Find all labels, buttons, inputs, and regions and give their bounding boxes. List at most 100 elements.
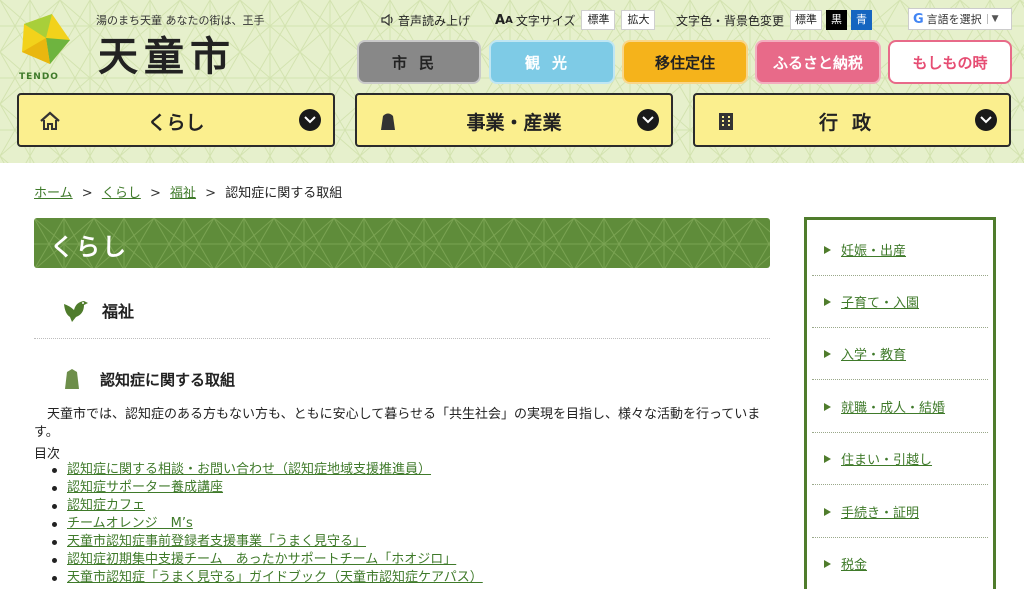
sidebar-item-procedures[interactable]: 手続き・証明 (812, 486, 988, 538)
page-title: 認知症に関する取組 (62, 366, 235, 392)
sidebar-item-employment[interactable]: 就職・成人・結婚 (812, 381, 988, 433)
font-size-standard-button[interactable]: 標準 (581, 10, 616, 30)
triangle-right-icon (824, 349, 831, 358)
triangle-right-icon (824, 559, 831, 568)
color-label: 文字色・背景色変更 (676, 13, 785, 28)
main-nav-administration[interactable]: 行政 (693, 93, 1011, 147)
toc-item: 認知症初期集中支援チーム あったかサポートチーム「ホオジロ」 (52, 551, 483, 569)
main-nav-label: くらし (147, 112, 205, 134)
page-title-text: 認知症に関する取組 (100, 370, 236, 389)
font-size-control: AA 文字サイズ 標準 拡大 (495, 10, 656, 30)
bell-icon (377, 111, 399, 131)
toc-link[interactable]: 認知症初期集中支援チーム あったかサポートチーム「ホオジロ」 (67, 551, 456, 569)
voice-reader-label: 音声読み上げ (398, 13, 471, 28)
toc-link[interactable]: チームオレンジ M’s (67, 515, 193, 533)
sidebar-item-label[interactable]: 手続き・証明 (841, 502, 919, 521)
triangle-right-icon (824, 245, 831, 254)
sidebar-item-housing[interactable]: 住まい・引越し (812, 433, 988, 485)
font-size-icon: AA (495, 12, 513, 28)
color-blue-button[interactable]: 青 (851, 10, 873, 30)
main-nav-living[interactable]: くらし (17, 93, 335, 147)
breadcrumb-separator: > (81, 186, 93, 201)
sidebar-item-label[interactable]: 入学・教育 (841, 344, 906, 363)
logo-city-name: 天童市 (98, 33, 236, 80)
chevron-down-icon (975, 109, 997, 131)
toc-item: 天童市認知症「うまく見守る」ガイドブック（天童市認知症ケアパス） (52, 569, 483, 587)
category-banner: くらし (34, 218, 770, 268)
triangle-right-icon (824, 454, 831, 463)
toc-title: 目次 (34, 447, 61, 462)
color-standard-button[interactable]: 標準 (790, 10, 823, 30)
font-size-large-button[interactable]: 拡大 (621, 10, 656, 30)
table-of-contents: 認知症に関する相談・お問い合わせ（認知症地域支援推進員） 認知症サポーター養成講… (52, 461, 483, 587)
site-header: TENDO 湯のまち天童 あなたの街は、王手 天童市 音声読み上げ AA 文字サ… (0, 0, 1024, 163)
bird-icon (64, 301, 88, 322)
toc-item: 認知症サポーター養成講座 (52, 479, 483, 497)
language-label: 言語を選択 (926, 13, 982, 26)
category-hometown-tax-button[interactable]: ふるさと納税 (755, 40, 881, 84)
shogi-piece-icon (65, 369, 79, 389)
sidebar-item-tax[interactable]: 税金 (812, 538, 988, 589)
chevron-down-icon (637, 109, 659, 131)
chevron-down-icon (299, 109, 321, 131)
section-divider (34, 338, 770, 339)
breadcrumb-separator: > (149, 186, 161, 201)
font-size-label: 文字サイズ (515, 13, 576, 28)
banner-title: くらし (50, 233, 128, 261)
building-icon (715, 111, 737, 131)
sidebar-item-pregnancy[interactable]: 妊娠・出産 (812, 224, 988, 276)
voice-reader-button[interactable]: 音声読み上げ (381, 10, 470, 30)
site-logo[interactable]: TENDO 湯のまち天童 あなたの街は、王手 天童市 (16, 10, 265, 82)
triangle-right-icon (824, 507, 831, 516)
house-icon (39, 111, 61, 131)
sidebar-item-label[interactable]: 就職・成人・結婚 (841, 397, 945, 416)
bullet-icon (52, 557, 57, 563)
breadcrumb: ホーム > くらし > 福祉 > 認知症に関する取組 (34, 182, 342, 201)
sidebar-item-label[interactable]: 妊娠・出産 (841, 240, 906, 259)
category-emergency-button[interactable]: もしもの時 (888, 40, 1012, 84)
bullet-icon (52, 575, 57, 581)
sidebar-item-label[interactable]: 税金 (841, 554, 867, 573)
triangle-right-icon (824, 297, 831, 306)
breadcrumb-current: 認知症に関する取組 (225, 186, 343, 201)
sidebar-menu: 妊娠・出産 子育て・入園 入学・教育 就職・成人・結婚 住まい・引越し 手続き・… (804, 217, 996, 589)
breadcrumb-separator: > (205, 186, 217, 201)
sidebar-item-education[interactable]: 入学・教育 (812, 328, 988, 380)
section-heading-text: 福祉 (102, 302, 135, 321)
dropdown-arrow-icon: ▼ (986, 14, 999, 24)
bullet-icon (52, 485, 57, 491)
intro-paragraph: 天童市では、認知症のある方もない方も、ともに安心して暮らせる「共生社会」の実現を… (34, 407, 761, 440)
toc-link[interactable]: 認知症サポーター養成講座 (67, 479, 223, 497)
color-black-button[interactable]: 黒 (826, 10, 848, 30)
toc-link[interactable]: 天童市認知症事前登録者支援事業「うまく見守る」 (67, 533, 366, 551)
toc-link[interactable]: 認知症に関する相談・お問い合わせ（認知症地域支援推進員） (67, 461, 431, 479)
section-heading: 福祉 (62, 294, 134, 326)
breadcrumb-home-link[interactable]: ホーム (34, 186, 73, 201)
toc-item: 天童市認知症事前登録者支援事業「うまく見守る」 (52, 533, 483, 551)
toc-link[interactable]: 天童市認知症「うまく見守る」ガイドブック（天童市認知症ケアパス） (67, 569, 483, 587)
sidebar-item-label[interactable]: 子育て・入園 (841, 292, 919, 311)
toc-link[interactable]: 認知症カフェ (67, 497, 145, 515)
language-select[interactable]: G 言語を選択 ▼ (908, 8, 1012, 30)
triangle-right-icon (824, 402, 831, 411)
toc-item: 認知症カフェ (52, 497, 483, 515)
category-tourism-button[interactable]: 観光 (489, 40, 615, 84)
bullet-icon (52, 539, 57, 545)
bullet-icon (52, 521, 57, 527)
breadcrumb-living-link[interactable]: くらし (102, 186, 141, 201)
toc-item: チームオレンジ M’s (52, 515, 483, 533)
sidebar-item-label[interactable]: 住まい・引越し (841, 449, 932, 468)
breadcrumb-welfare-link[interactable]: 福祉 (170, 186, 196, 201)
bullet-icon (52, 467, 57, 473)
main-nav-label: 行政 (818, 112, 885, 134)
main-nav-business[interactable]: 事業・産業 (355, 93, 673, 147)
logo-brand-text: TENDO (19, 72, 59, 82)
category-citizen-button[interactable]: 市民 (357, 40, 481, 84)
shogi-piece-logo-icon (22, 14, 70, 64)
sidebar-item-childcare[interactable]: 子育て・入園 (812, 276, 988, 328)
banner-pattern (34, 218, 770, 268)
speaker-icon (381, 14, 395, 26)
color-control: 文字色・背景色変更 標準 黒 青 (676, 10, 873, 30)
bullet-icon (52, 503, 57, 509)
category-relocation-button[interactable]: 移住定住 (622, 40, 748, 84)
